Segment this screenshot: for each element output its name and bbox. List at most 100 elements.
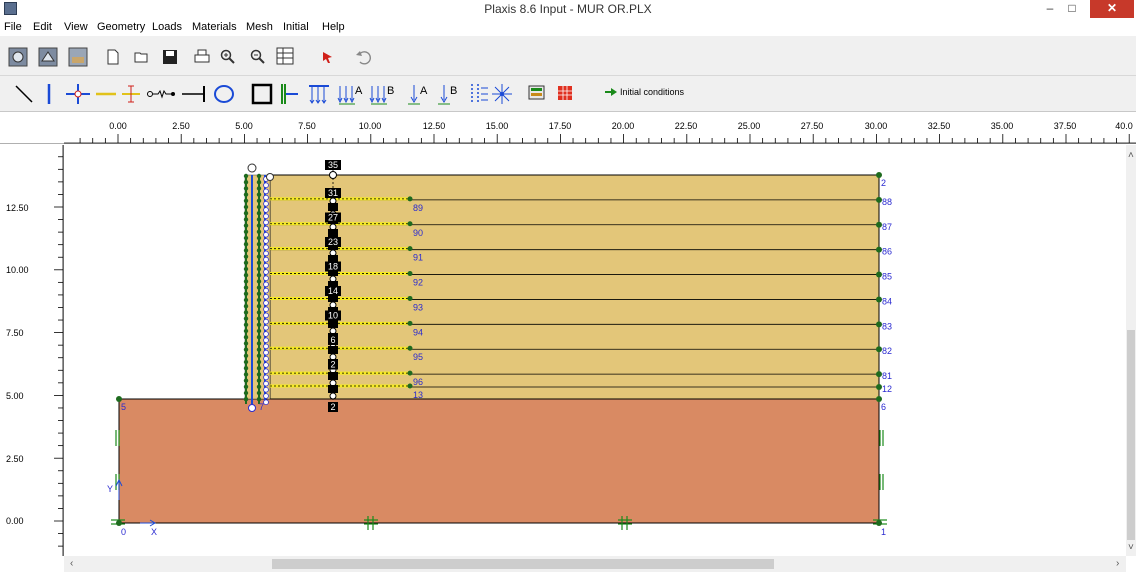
horizontal-scroll-thumb[interactable]: [272, 559, 774, 569]
hinge-node[interactable]: [263, 362, 269, 368]
hinge-node[interactable]: [263, 324, 269, 331]
geometry-point[interactable]: [243, 378, 249, 383]
geometry-point[interactable]: [256, 328, 262, 334]
geometry-point[interactable]: [243, 254, 249, 259]
geometry-point[interactable]: [243, 328, 249, 334]
hinge-node[interactable]: [263, 337, 269, 344]
geometry-point[interactable]: [243, 285, 249, 290]
geometry-point[interactable]: [256, 198, 262, 203]
print-icon[interactable]: [194, 49, 210, 65]
geometry-point[interactable]: [243, 235, 249, 241]
geometry-point[interactable]: [243, 397, 249, 402]
load-system-a-icon[interactable]: A: [336, 82, 366, 106]
geometry-point[interactable]: [243, 341, 249, 346]
hinge-node[interactable]: [263, 300, 269, 306]
geometry-point[interactable]: [407, 196, 413, 202]
hinge-node[interactable]: [263, 275, 269, 282]
geometry-point[interactable]: [243, 217, 249, 222]
geometry-point[interactable]: [256, 254, 262, 259]
well-icon[interactable]: [490, 82, 514, 106]
geometry-point[interactable]: [243, 390, 249, 396]
undo-icon[interactable]: [354, 47, 374, 67]
geometry-point[interactable]: [243, 335, 249, 340]
geometry-point[interactable]: [256, 211, 262, 216]
backfill-soil-cluster[interactable]: [269, 174, 880, 400]
hinge-node[interactable]: [263, 219, 269, 226]
geometry-point[interactable]: [407, 246, 413, 252]
geometry-point[interactable]: [256, 297, 262, 303]
geometry-point[interactable]: [243, 260, 249, 265]
geometry-point[interactable]: [243, 248, 249, 253]
geometry-point[interactable]: [243, 347, 249, 352]
hinge-node[interactable]: [263, 331, 269, 337]
geometry-point[interactable]: [243, 173, 249, 179]
hinge-node[interactable]: [263, 399, 269, 406]
menu-loads[interactable]: Loads: [152, 21, 182, 33]
geometry-point[interactable]: [876, 520, 882, 526]
geometry-point[interactable]: [256, 173, 262, 179]
save-icon[interactable]: [162, 49, 178, 65]
geogrid-icon[interactable]: [94, 82, 118, 106]
geometry-point[interactable]: [407, 271, 413, 277]
geometry-point[interactable]: [243, 211, 249, 216]
geometry-point[interactable]: [256, 273, 262, 278]
geometry-point[interactable]: [256, 310, 262, 315]
minimize-button[interactable]: –: [1040, 0, 1060, 18]
geometry-point[interactable]: [256, 180, 262, 185]
geometry-point[interactable]: [243, 304, 249, 309]
prescribed-displacement-icon[interactable]: [306, 82, 332, 106]
hinge-node[interactable]: [263, 374, 269, 381]
hinge-node[interactable]: [263, 250, 269, 257]
general-settings-icon[interactable]: [8, 47, 28, 67]
geometry-point[interactable]: [256, 353, 262, 358]
interface-icon[interactable]: [120, 82, 142, 106]
geometry-point[interactable]: [243, 223, 249, 228]
menu-mesh[interactable]: Mesh: [246, 21, 273, 33]
foundation-soil-cluster[interactable]: [118, 398, 880, 524]
geometry-point[interactable]: [256, 279, 262, 284]
geometry-point[interactable]: [407, 221, 413, 227]
geometry-point[interactable]: [256, 390, 262, 396]
hinge-node[interactable]: [263, 194, 269, 201]
mesh-icon[interactable]: [556, 84, 574, 102]
geometry-point[interactable]: [256, 266, 262, 272]
geometry-point[interactable]: [256, 372, 262, 377]
hinge-node[interactable]: [263, 380, 269, 387]
geometry-point[interactable]: [256, 235, 262, 241]
geometry-point[interactable]: [243, 204, 249, 210]
materials-icon[interactable]: [528, 84, 546, 102]
hinge-node[interactable]: [263, 318, 269, 325]
geometry-point[interactable]: [243, 384, 249, 389]
geometry-point[interactable]: [256, 248, 262, 253]
geometry-point[interactable]: [256, 186, 262, 191]
menu-materials[interactable]: Materials: [192, 21, 237, 33]
tunnel-icon[interactable]: [212, 82, 236, 106]
menu-view[interactable]: View: [64, 21, 88, 33]
geometry-point[interactable]: [256, 291, 262, 296]
geometry-point[interactable]: [256, 341, 262, 346]
hinge-node[interactable]: [263, 182, 269, 189]
node-to-node-anchor-icon[interactable]: [146, 82, 176, 106]
menu-geometry[interactable]: Geometry: [97, 21, 145, 33]
hinge-node[interactable]: [263, 393, 269, 399]
zoom-out-icon[interactable]: [250, 49, 266, 65]
scroll-down-icon[interactable]: ˅: [1128, 542, 1134, 553]
geometry-point[interactable]: [256, 285, 262, 290]
geometry-point[interactable]: [407, 320, 413, 326]
vertical-scroll-thumb[interactable]: [1127, 330, 1135, 540]
geometry-point[interactable]: [243, 198, 249, 203]
geometry-point[interactable]: [256, 335, 262, 340]
hinge-node[interactable]: [263, 201, 269, 207]
geometry-point[interactable]: [256, 229, 262, 234]
geometry-point[interactable]: [256, 242, 262, 247]
open-icon[interactable]: [134, 49, 150, 65]
point-load-b-icon[interactable]: B: [436, 82, 462, 106]
geometry-point[interactable]: [243, 266, 249, 272]
standard-fixities-icon[interactable]: [250, 82, 274, 106]
hinge-node[interactable]: [263, 368, 269, 375]
drain-icon[interactable]: [466, 82, 490, 106]
geometry-point[interactable]: [256, 378, 262, 383]
geometry-point[interactable]: [256, 260, 262, 265]
geometry-point[interactable]: [243, 291, 249, 296]
point-load-a-icon[interactable]: A: [406, 82, 432, 106]
